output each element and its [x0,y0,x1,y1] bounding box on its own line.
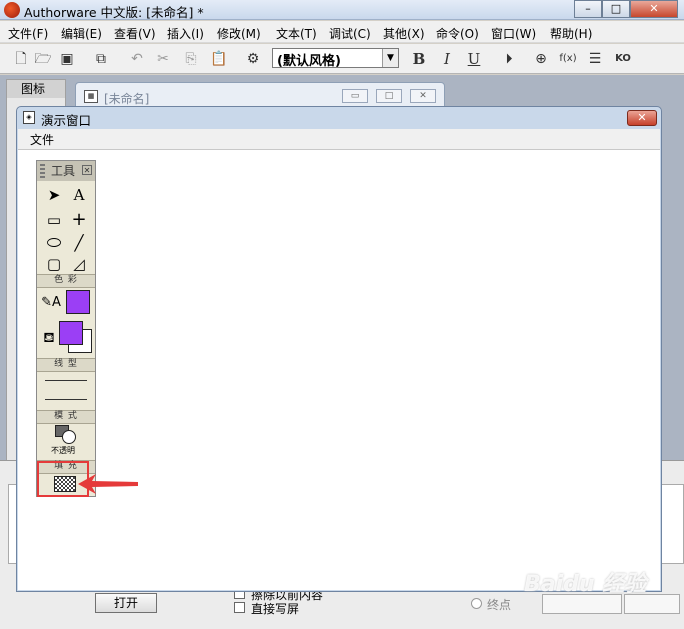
close-icon[interactable]: ✕ [82,165,92,175]
line-style-sample-1[interactable] [45,380,87,381]
menu-help[interactable]: 帮助(H) [550,25,592,42]
end-point-radio[interactable] [471,598,482,609]
open-button[interactable]: 打开 [95,593,157,613]
tool-palette-title: 工具 [51,164,76,178]
line-tool-icon[interactable]: ╱ [67,232,91,254]
variables-icon[interactable]: ☰ [584,48,606,70]
crosshair-tool-icon[interactable]: + [67,209,91,231]
presentation-canvas[interactable] [18,149,660,590]
presentation-window-icon: ◈ [23,111,35,124]
close-button[interactable]: ✕ [630,0,678,18]
presentation-window: ◈ 演示窗口 ✕ 文件 [16,106,662,592]
knowledge-object-icon[interactable]: KO [612,48,634,70]
minimize-button[interactable]: – [574,0,602,18]
menubar: 文件(F) 编辑(E) 查看(V) 插入(I) 修改(M) 文本(T) 调试(C… [0,21,684,43]
menu-insert[interactable]: 插入(I) [167,25,204,42]
authorware-logo-icon [4,2,20,18]
cut-icon[interactable]: ✂ [152,48,174,70]
style-select-value: (默认风格) [277,54,341,69]
presentation-menubar: 文件 [18,129,660,149]
underline-button[interactable]: U [463,48,485,70]
menu-debug[interactable]: 调试(C) [329,25,371,42]
flowline-close-button[interactable]: ✕ [410,89,436,103]
maximize-button[interactable]: □ [602,0,630,18]
menu-command[interactable]: 命令(O) [436,25,479,42]
presentation-titlebar: ◈ 演示窗口 ✕ [17,107,661,129]
menu-file[interactable]: 文件(F) [8,25,48,42]
flowline-maximize-button[interactable]: □ [376,89,402,103]
menu-view[interactable]: 查看(V) [114,25,156,42]
function-icon[interactable]: f(x) [557,48,579,70]
save-icon[interactable]: ▣ [56,48,78,70]
flowline-icon: ▦ [84,90,98,103]
pointer-tool-icon[interactable]: ➤ [42,184,66,206]
tool-palette: 工具 ✕ ➤ A ▭ + ⬭ ╱ ▢ ◿ 色 彩 ✎A ⛾ 线 型 模 式 不透… [36,160,96,497]
menu-modify[interactable]: 修改(M) [217,25,261,42]
app-titlebar: Authorware 中文版: [未命名] * – □ ✕ [0,0,684,20]
annotation-arrow-icon [78,474,138,494]
flowline-title: [未命名] [104,92,150,106]
menu-window[interactable]: 窗口(W) [491,25,536,42]
paste-icon[interactable]: 📋 [208,48,230,70]
presentation-close-button[interactable]: ✕ [627,110,657,126]
end-point-label: 终点 [487,598,512,612]
menu-other[interactable]: 其他(X) [383,25,425,42]
chevron-down-icon[interactable]: ▼ [382,49,398,67]
baidu-watermark: Baidu 经验 [524,572,647,597]
ellipse-tool-icon[interactable]: ⬭ [42,232,66,254]
rectangle-tool-icon[interactable]: ▭ [42,209,66,231]
direct-to-screen-label: 直接写屏 [251,602,300,616]
line-style-section-label: 线 型 [37,358,95,372]
flowline-minimize-button[interactable]: ▭ [342,89,368,103]
style-select[interactable]: (默认风格) ▼ [272,48,399,69]
import-icon[interactable]: ⧉ [90,48,112,70]
text-tool-icon[interactable]: A [67,184,91,206]
line-style-sample-2[interactable] [45,399,87,400]
line-color-swatch[interactable] [66,290,90,314]
new-file-icon[interactable]: 🗋 [10,48,32,70]
bold-button[interactable]: B [408,48,430,70]
presentation-title: 演示窗口 [41,113,92,128]
menu-text[interactable]: 文本(T) [276,25,317,42]
paint-bucket-icon[interactable]: ⛾ [37,327,61,349]
mode-section-label: 模 式 [37,410,95,424]
icons-panel-title: 图标 [7,80,65,98]
window-title: Authorware 中文版: [未命名] * [24,5,204,20]
rounded-rectangle-tool-icon[interactable]: ▢ [42,253,66,275]
menu-edit[interactable]: 编辑(E) [61,25,102,42]
copy-icon[interactable]: ⎘ [180,48,202,70]
mode-value-label: 不透明 [51,446,75,455]
foreground-color-swatch[interactable] [59,321,83,345]
polygon-tool-icon[interactable]: ◿ [67,253,91,275]
undo-icon[interactable]: ↶ [126,48,148,70]
restart-icon[interactable]: ⏵ [498,48,520,70]
tool-palette-header[interactable]: 工具 ✕ [37,161,95,181]
color-section-label: 色 彩 [37,274,95,288]
control-panel-icon[interactable]: ⊕ [530,48,552,70]
find-icon[interactable]: ⚙ [242,48,264,70]
pencil-text-color-icon[interactable]: ✎A [39,292,63,314]
direct-to-screen-checkbox[interactable] [234,602,245,613]
italic-button[interactable]: I [436,48,458,70]
grip-icon[interactable] [40,164,45,178]
mode-opaque-circle-icon[interactable] [62,430,76,444]
open-file-icon[interactable]: 🗁 [32,48,54,70]
presentation-menu-file[interactable]: 文件 [30,131,54,148]
